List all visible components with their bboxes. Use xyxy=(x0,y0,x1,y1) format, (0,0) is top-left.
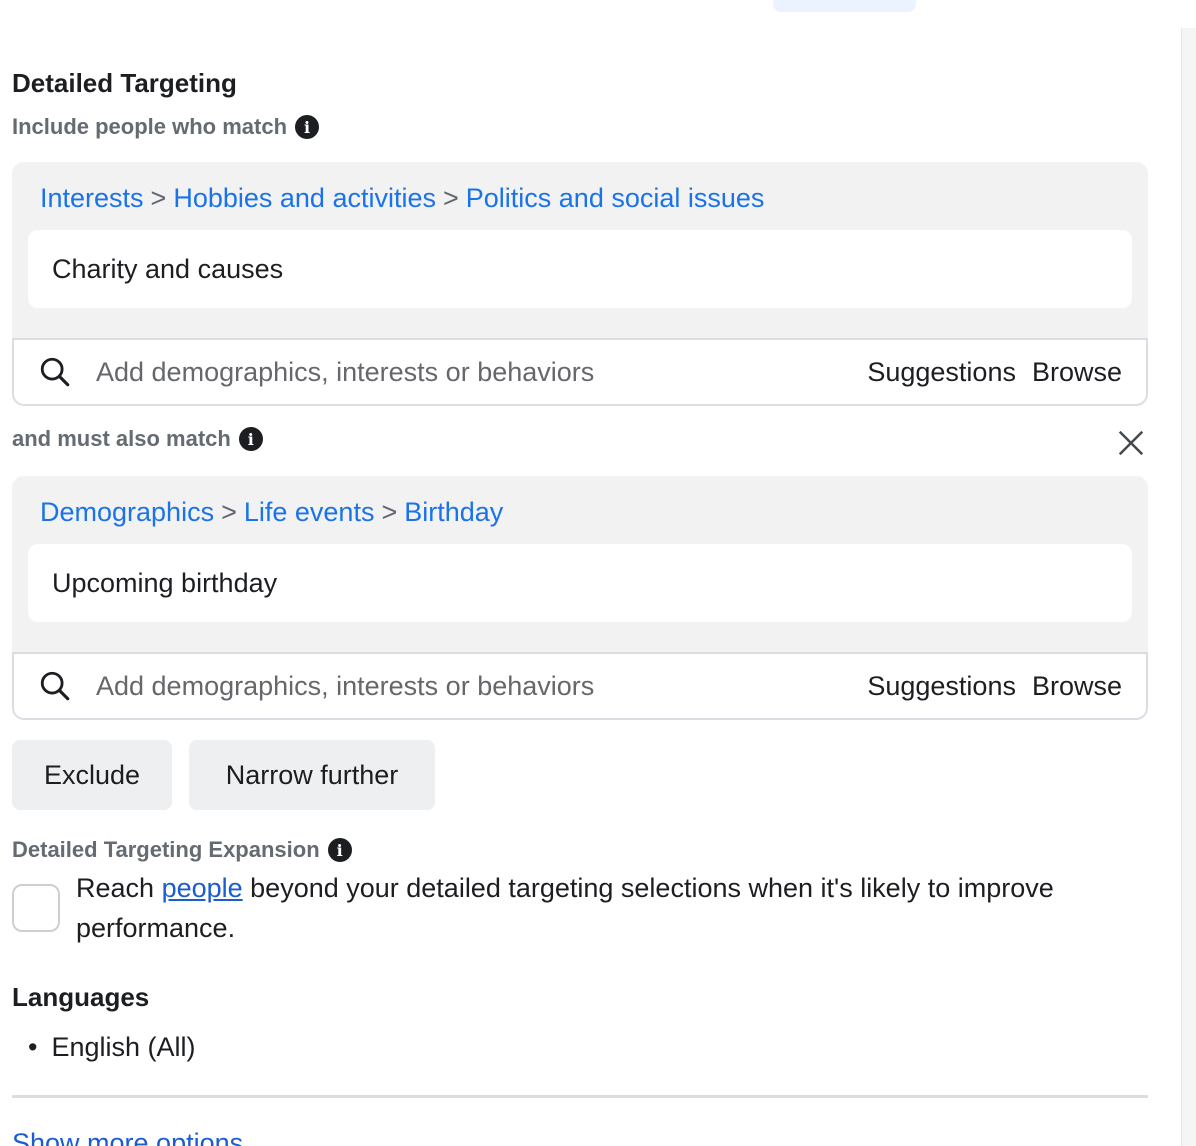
suggestions-button[interactable]: Suggestions xyxy=(867,357,1016,388)
crumb-hobbies[interactable]: Hobbies and activities xyxy=(173,183,436,213)
breadcrumb: Interests > Hobbies and activities > Politic… xyxy=(28,180,1132,216)
info-icon[interactable]: i xyxy=(295,115,320,139)
top-tab-fragment[interactable] xyxy=(773,0,916,12)
targeting-group-2: Demographics > Life events > Birthday Upcomi… xyxy=(12,476,1148,720)
must-also-match-label: and must also match i xyxy=(12,426,263,452)
targeting-group-1: Interests > Hobbies and activities > Politic… xyxy=(12,162,1148,406)
crumb-separator: > xyxy=(150,183,167,213)
scrollbar[interactable] xyxy=(1181,28,1196,1146)
include-label-text: Include people who match xyxy=(12,114,288,139)
show-more-options-link[interactable]: Show more options xyxy=(12,1128,243,1146)
browse-button[interactable]: Browse xyxy=(1032,357,1122,388)
suggestions-button[interactable]: Suggestions xyxy=(867,671,1016,702)
people-link[interactable]: people xyxy=(162,873,243,903)
targeting-search-row: Suggestions Browse xyxy=(12,652,1148,720)
group-selection-panel: Interests > Hobbies and activities > Politic… xyxy=(12,162,1148,338)
targeting-search-input[interactable] xyxy=(94,669,852,703)
crumb-separator: > xyxy=(221,497,237,527)
language-item: • English (All) xyxy=(28,1032,196,1063)
crumb-demographics[interactable]: Demographics xyxy=(40,497,214,527)
crumb-separator: > xyxy=(442,183,459,213)
expansion-label: Detailed Targeting Expansion i xyxy=(12,837,352,863)
divider xyxy=(12,1095,1148,1098)
search-icon xyxy=(40,671,70,701)
crumb-separator: > xyxy=(381,497,398,527)
crumb-interests[interactable]: Interests xyxy=(40,183,144,213)
group-selection-panel: Demographics > Life events > Birthday Upcomi… xyxy=(12,476,1148,652)
crumb-life-events[interactable]: Life events xyxy=(244,497,375,527)
language-label: English (All) xyxy=(51,1032,196,1062)
info-icon[interactable]: i xyxy=(327,838,352,862)
narrow-further-button[interactable]: Narrow further xyxy=(189,740,435,810)
breadcrumb: Demographics > Life events > Birthday xyxy=(28,494,1132,530)
expansion-text-before: Reach xyxy=(76,873,162,903)
crumb-birthday[interactable]: Birthday xyxy=(404,497,503,527)
must-also-match-text: and must also match xyxy=(12,426,231,451)
exclude-button[interactable]: Exclude xyxy=(12,740,172,810)
selected-item[interactable]: Upcoming birthday xyxy=(28,544,1132,622)
browse-button[interactable]: Browse xyxy=(1032,671,1122,702)
expansion-title: Detailed Targeting Expansion xyxy=(12,837,320,862)
detailed-targeting-title: Detailed Targeting xyxy=(12,68,237,98)
targeting-search-row: Suggestions Browse xyxy=(12,338,1148,406)
detailed-targeting-page: Detailed Targeting Include people who ma… xyxy=(0,0,1196,1146)
close-icon[interactable] xyxy=(1116,428,1146,458)
search-icon xyxy=(40,357,70,387)
expansion-checkbox[interactable] xyxy=(12,884,60,932)
bullet: • xyxy=(28,1032,38,1062)
include-label: Include people who match i xyxy=(12,114,320,140)
info-icon[interactable]: i xyxy=(238,427,263,451)
targeting-search-input[interactable] xyxy=(94,355,852,389)
crumb-politics[interactable]: Politics and social issues xyxy=(466,183,765,213)
expansion-description: Reach people beyond your detailed target… xyxy=(76,868,1136,948)
selected-item[interactable]: Charity and causes xyxy=(28,230,1132,308)
languages-title: Languages xyxy=(12,982,150,1012)
